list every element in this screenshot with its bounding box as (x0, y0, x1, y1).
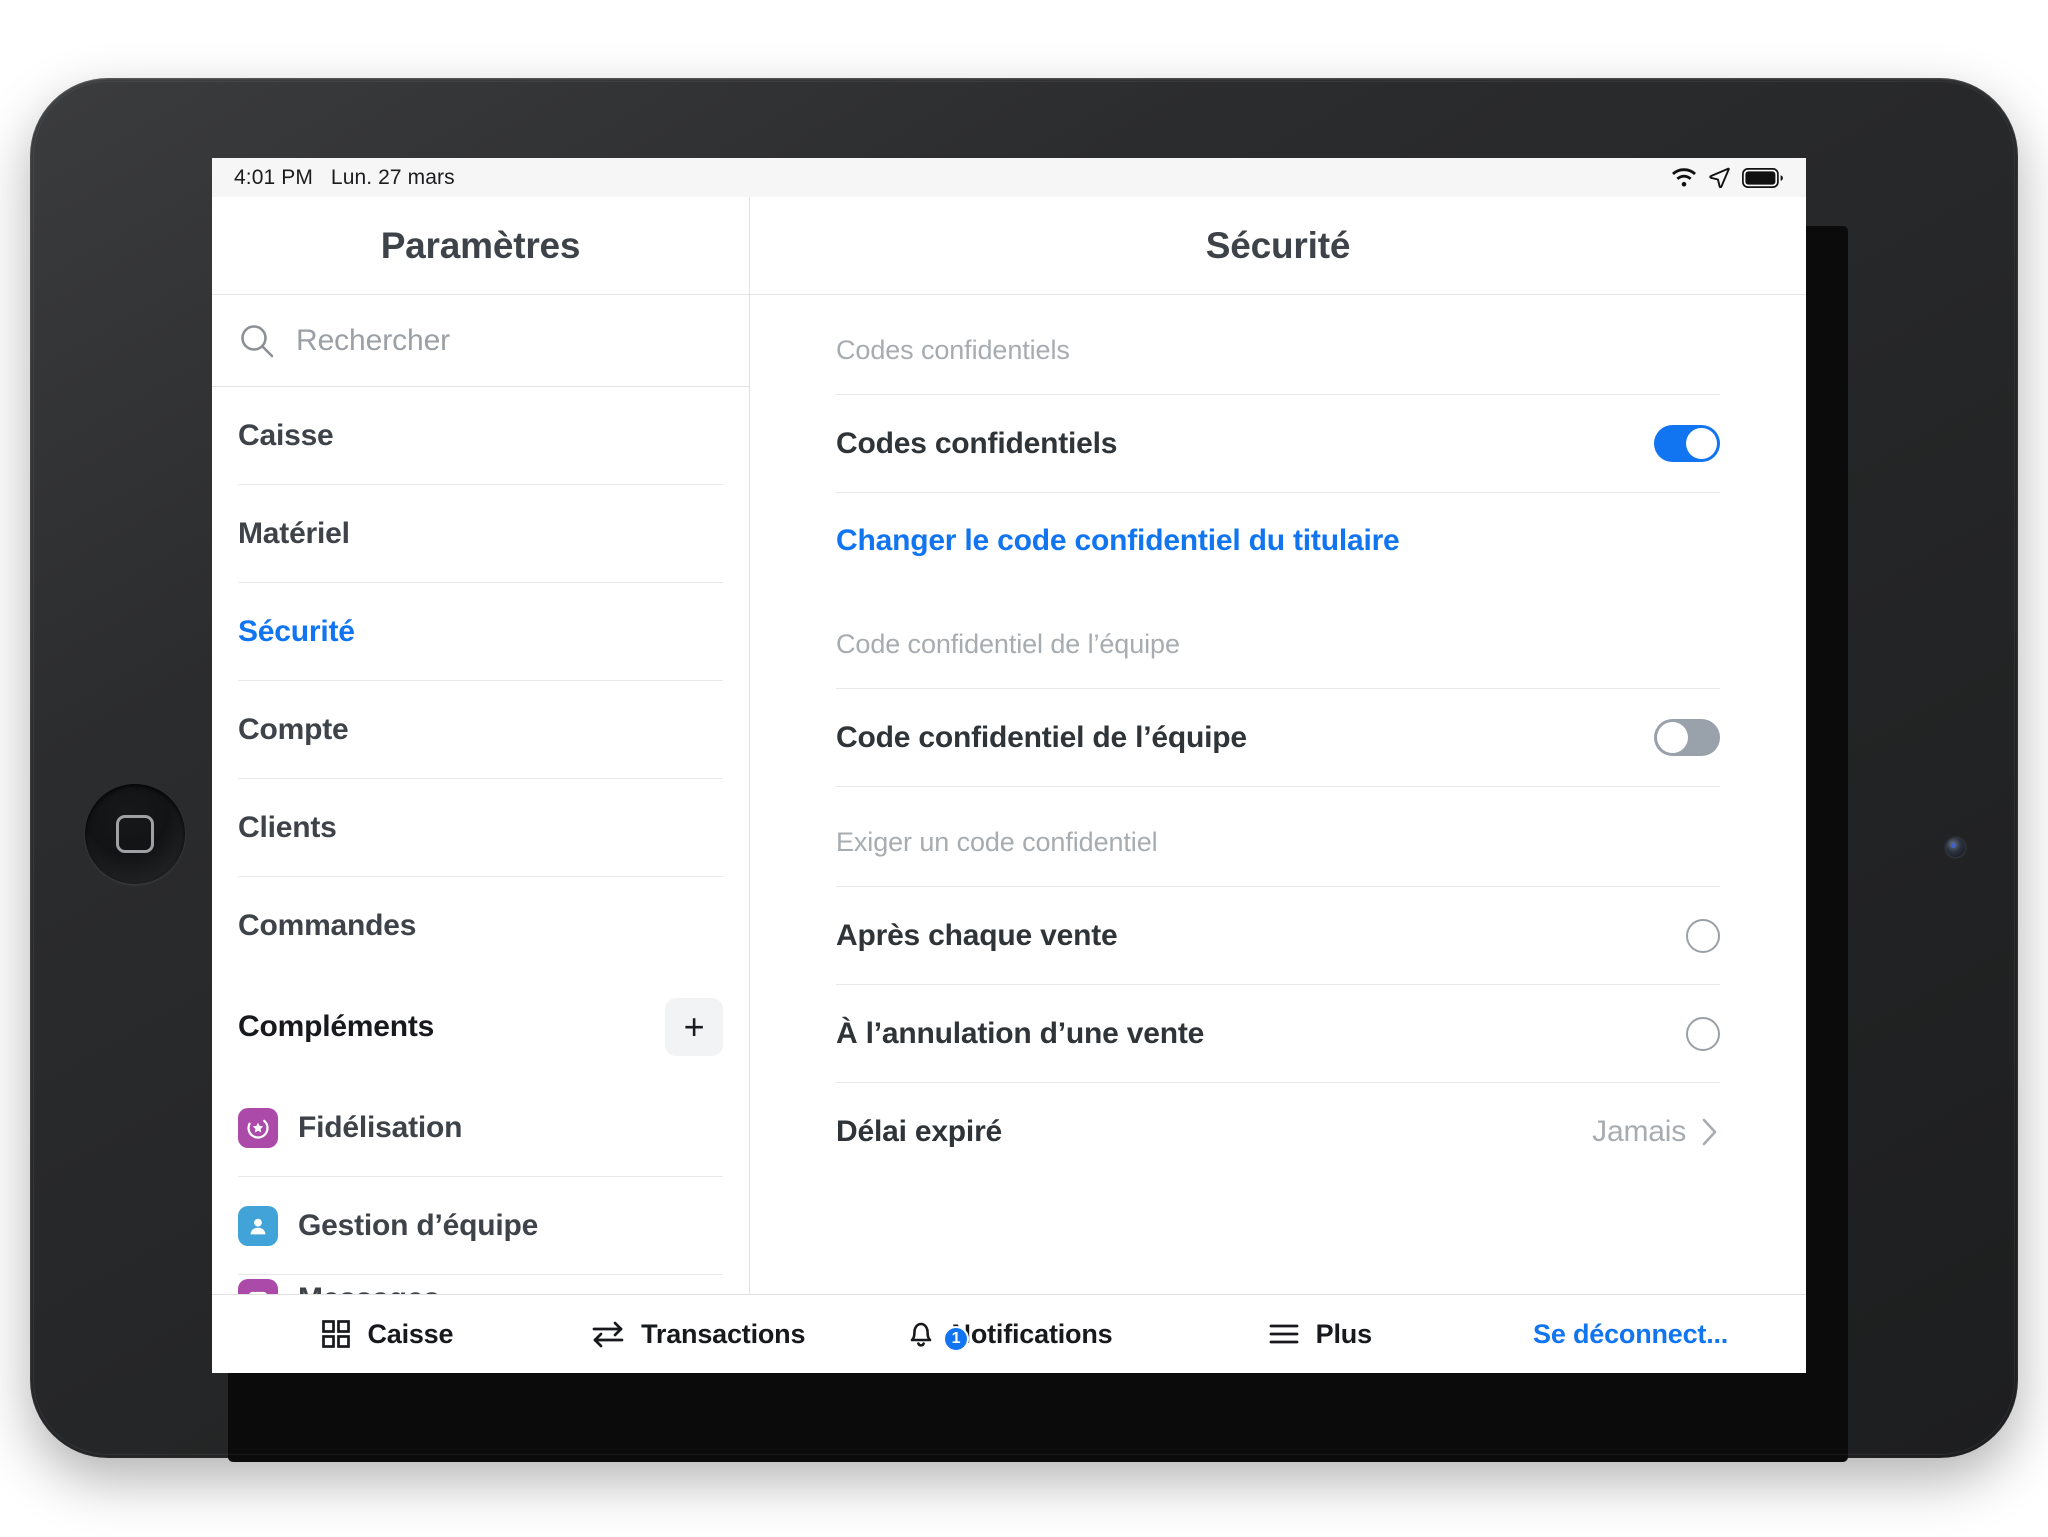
loyalty-star-icon (238, 1107, 278, 1148)
annulation-vente-radio[interactable] (1686, 1016, 1720, 1051)
row-label: Après chaque vente (836, 918, 1118, 952)
settings-sidebar: Paramètres Rechercher Caisse Matériel Sé… (212, 197, 750, 1294)
bell-icon (906, 1318, 936, 1350)
apres-chaque-vente-radio[interactable] (1686, 918, 1720, 953)
screenshot-root: 4:01 PM Lun. 27 mars Paramètres Recherch… (0, 0, 2048, 1537)
bottom-tab-bar: Caisse Transactions 1 Notifications Plus… (212, 1294, 1806, 1373)
sidebar-item-label: Compte (238, 712, 349, 746)
row-label: Codes confidentiels (836, 426, 1118, 460)
tab-plus[interactable]: Plus (1164, 1319, 1475, 1350)
plus-icon: + (683, 1006, 705, 1047)
tab-notifications[interactable]: 1 Notifications (854, 1318, 1165, 1352)
home-button[interactable] (85, 784, 185, 884)
wifi-icon (1671, 167, 1697, 188)
tab-label: Se déconnect... (1533, 1318, 1729, 1349)
sidebar-item-label: Gestion d’équipe (298, 1208, 539, 1242)
sidebar-item-label: Caisse (238, 418, 334, 452)
screen: 4:01 PM Lun. 27 mars Paramètres Recherch… (212, 158, 1806, 1373)
delai-expire-value: Jamais (1592, 1115, 1686, 1148)
section-label-exiger-code: Exiger un code confidentiel (836, 827, 1158, 857)
sidebar-item-securite[interactable]: Sécurité (238, 583, 723, 681)
app-body: Paramètres Rechercher Caisse Matériel Sé… (212, 197, 1806, 1294)
team-person-icon (238, 1205, 278, 1246)
section-label-codes-confidentiels: Codes confidentiels (836, 335, 1070, 365)
codes-confidentiels-toggle[interactable] (1654, 425, 1720, 462)
row-annulation-vente[interactable]: À l’annulation d’une vente (836, 985, 1720, 1083)
home-button-square-icon (116, 815, 154, 853)
sidebar-section-complements: Compléments + (238, 975, 723, 1079)
tab-transactions[interactable]: Transactions (543, 1319, 854, 1350)
front-camera-icon (1946, 838, 1965, 857)
sidebar-section-label: Compléments (238, 1010, 435, 1043)
grid-icon (321, 1319, 351, 1349)
sidebar-item-label: Clients (238, 810, 337, 844)
sidebar-item-gestion-equipe[interactable]: Gestion d’équipe (238, 1177, 723, 1275)
location-arrow-icon (1709, 167, 1730, 188)
sidebar-item-clients[interactable]: Clients (238, 779, 723, 877)
sidebar-item-fidelisation[interactable]: Fidélisation (238, 1079, 723, 1177)
sidebar-item-caisse[interactable]: Caisse (238, 387, 723, 485)
tab-label: Transactions (641, 1318, 806, 1349)
page-title: Sécurité (750, 197, 1806, 295)
status-bar-indicators (1671, 167, 1784, 188)
row-apres-chaque-vente[interactable]: Après chaque vente (836, 887, 1720, 985)
messages-icon (238, 1279, 278, 1294)
sidebar-item-materiel[interactable]: Matériel (238, 485, 723, 583)
transfer-arrows-icon (591, 1319, 625, 1349)
row-control: Jamais (1592, 1115, 1720, 1149)
row-label: À l’annulation d’une vente (836, 1016, 1205, 1050)
status-bar-date: Lun. 27 mars (330, 165, 455, 189)
security-detail-pane: Sécurité Codes confidentiels Codes confi… (750, 197, 1806, 1294)
detail-content: Codes confidentiels Codes confidentiels … (750, 295, 1806, 1294)
row-code-confidentiel-equipe[interactable]: Code confidentiel de l’équipe (836, 689, 1720, 787)
battery-icon (1742, 167, 1784, 188)
tab-label: Plus (1315, 1318, 1372, 1349)
row-control (1654, 425, 1720, 462)
row-control (1686, 1016, 1720, 1051)
row-delai-expire[interactable]: Délai expiré Jamais (836, 1083, 1720, 1181)
toggle-knob (1657, 722, 1688, 753)
status-bar-time: 4:01 PM (234, 165, 313, 189)
toggle-knob (1686, 428, 1717, 459)
row-label: Code confidentiel de l’équipe (836, 720, 1247, 754)
row-codes-confidentiels[interactable]: Codes confidentiels (836, 395, 1720, 493)
section-label-code-equipe: Code confidentiel de l’équipe (836, 629, 1180, 659)
tab-label: Notifications (951, 1318, 1113, 1349)
logout-button[interactable]: Se déconnect... (1475, 1319, 1786, 1350)
search-placeholder: Rechercher (296, 323, 451, 357)
tab-caisse[interactable]: Caisse (232, 1319, 543, 1350)
status-bar: 4:01 PM Lun. 27 mars (212, 158, 1806, 197)
sidebar-item-compte[interactable]: Compte (238, 681, 723, 779)
sidebar-item-label: Matériel (238, 516, 350, 550)
code-equipe-toggle[interactable] (1654, 719, 1720, 756)
sidebar-nav-list: Caisse Matériel Sécurité Compte Clients (212, 387, 749, 1294)
row-label: Délai expiré (836, 1115, 1003, 1148)
search-icon (238, 322, 276, 360)
add-complement-button[interactable]: + (665, 998, 723, 1056)
row-control (1654, 719, 1720, 756)
sidebar-title: Paramètres (212, 197, 749, 295)
sidebar-item-label: Commandes (238, 909, 417, 942)
search-input[interactable]: Rechercher (212, 295, 749, 387)
chevron-right-icon (1700, 1116, 1720, 1148)
sidebar-item-label: Messages (298, 1282, 440, 1294)
sidebar-item-label: Sécurité (238, 614, 355, 648)
sidebar-item-messages[interactable]: Messages (238, 1275, 723, 1294)
notifications-badge: 1 (942, 1326, 969, 1352)
hamburger-icon (1268, 1321, 1300, 1347)
sidebar-item-label: Fidélisation (298, 1110, 463, 1144)
row-control (1686, 918, 1720, 953)
change-owner-pin-link[interactable]: Changer le code confidentiel du titulair… (836, 493, 1720, 589)
tab-label: Caisse (367, 1318, 454, 1349)
sidebar-item-commandes[interactable]: Commandes (238, 877, 723, 975)
